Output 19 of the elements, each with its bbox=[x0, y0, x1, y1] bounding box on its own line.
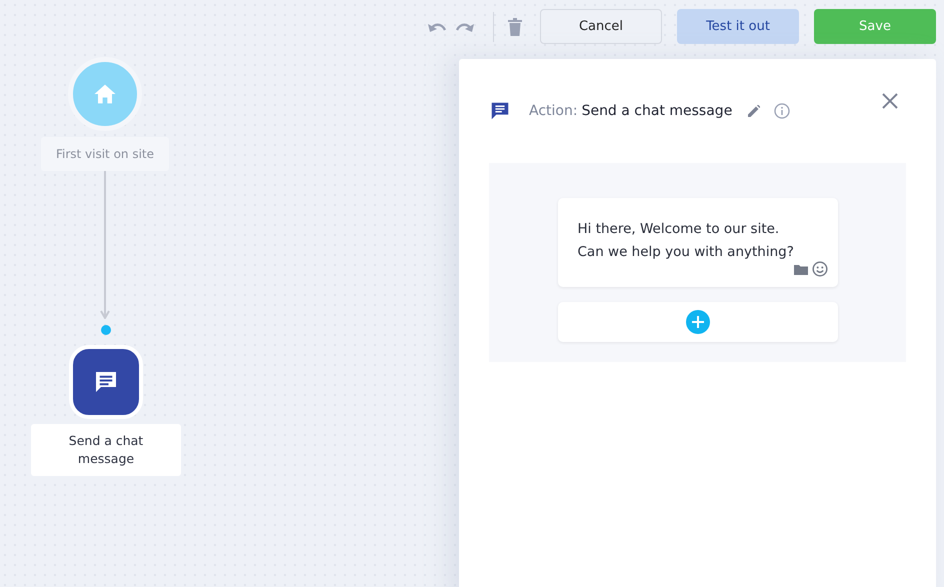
message-card[interactable]: Hi there, Welcome to our site. Can we help you with anything? bbox=[558, 198, 838, 287]
node-label: First visit on site bbox=[41, 137, 169, 171]
edit-icon[interactable] bbox=[748, 105, 760, 117]
cancel-button[interactable]: Cancel bbox=[540, 9, 662, 44]
connection-dot[interactable] bbox=[101, 325, 111, 335]
chat-node[interactable] bbox=[69, 345, 143, 419]
message-text: Hi there, Welcome to our site. Can we help you with anything? bbox=[578, 220, 795, 262]
test-button[interactable]: Test it out bbox=[677, 9, 799, 44]
emoji-icon[interactable] bbox=[812, 261, 828, 277]
home-node[interactable] bbox=[68, 57, 142, 131]
add-icon[interactable] bbox=[686, 310, 710, 334]
action-title: Send a chat message bbox=[582, 103, 732, 119]
info-icon[interactable] bbox=[774, 103, 790, 119]
trash-icon[interactable] bbox=[508, 18, 522, 36]
close-icon[interactable] bbox=[882, 93, 898, 109]
chat-icon bbox=[489, 100, 511, 122]
node-label: Send a chat message bbox=[31, 424, 181, 476]
action-label: Action: bbox=[529, 103, 578, 119]
folder-icon[interactable] bbox=[794, 264, 808, 274]
